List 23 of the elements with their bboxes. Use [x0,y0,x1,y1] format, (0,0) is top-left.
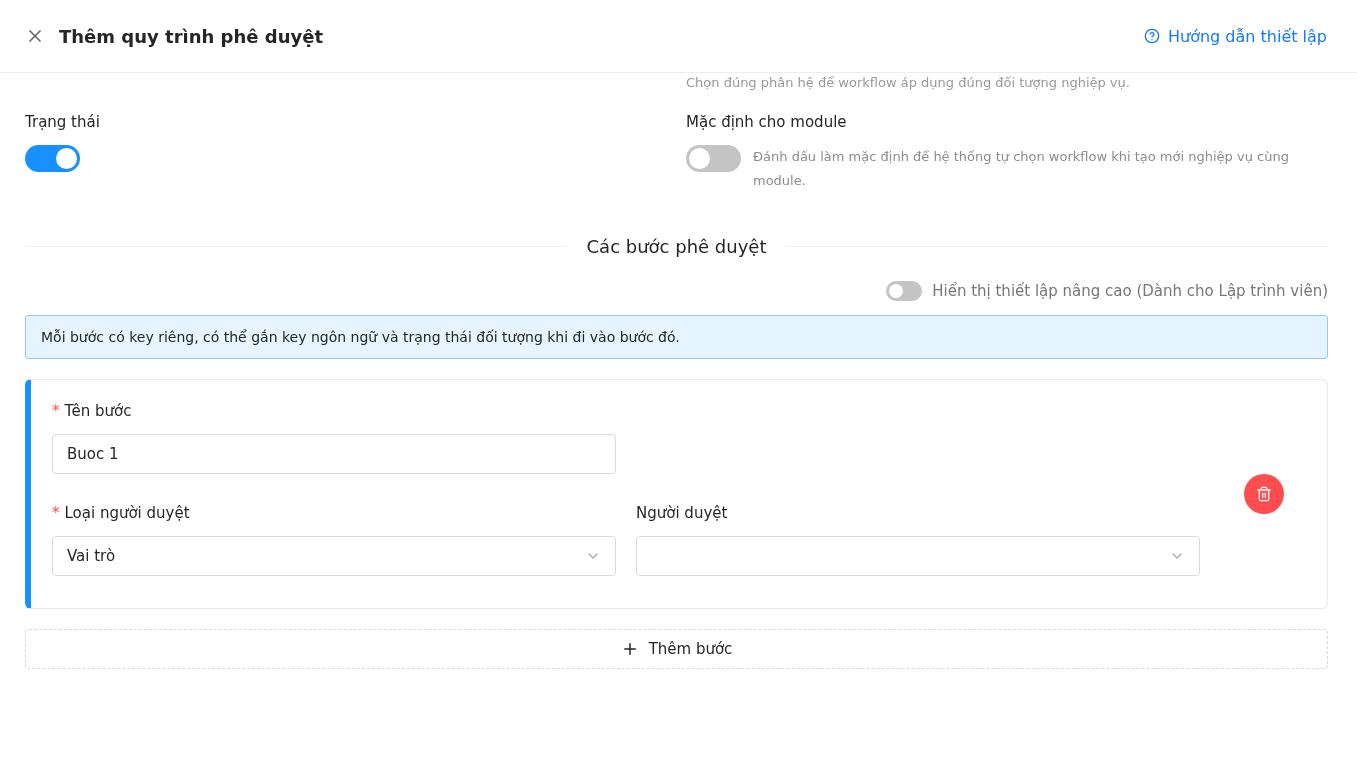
toggle-switch[interactable] [886,281,923,301]
approver-label: Người duyệt [636,504,729,522]
default-module-label: Mặc định cho module [686,113,848,131]
approver-type-label: * Loại người duyệt [52,504,191,522]
section-title: Các bước phê duyệt [586,236,767,257]
help-icon [1144,28,1160,44]
status-label: Trạng thái [25,113,101,131]
module-hint: Chọn đúng phân hệ để workflow áp dụng đúng đối tượng nghiệp vụ. [686,74,1131,92]
step-name-field[interactable]: Buoc 1 [52,434,616,474]
info-alert: Mỗi bước có key riêng, có thể gắn key ngôn ngữ và trạng thái đối tượng khi đi vào bước đó. [25,315,1328,359]
delete-step-button[interactable] [1244,474,1284,514]
required-mark: * [52,504,60,522]
trash-icon [1256,486,1272,502]
default-module-description: Đánh dấu làm mặc định để hệ thống tự chọn workflow khi tạo mới nghiệp vụ cùng module. [753,148,1290,190]
step-name-label: * Tên bước [52,402,133,420]
toggle-switch[interactable] [25,145,80,172]
required-mark: * [52,402,60,420]
toggle-switch[interactable] [686,145,741,172]
add-step-button[interactable]: Thêm bước [25,629,1328,669]
page-title: Thêm quy trình phê duyệt [59,25,323,47]
approver-type-select[interactable]: Vai trò [52,536,616,576]
setup-guide-link[interactable]: Hướng dẫn thiết lập [1144,26,1327,46]
advanced-settings-label: Hiển thị thiết lập nâng cao (Dành cho Lập trình viên) [932,282,1328,300]
